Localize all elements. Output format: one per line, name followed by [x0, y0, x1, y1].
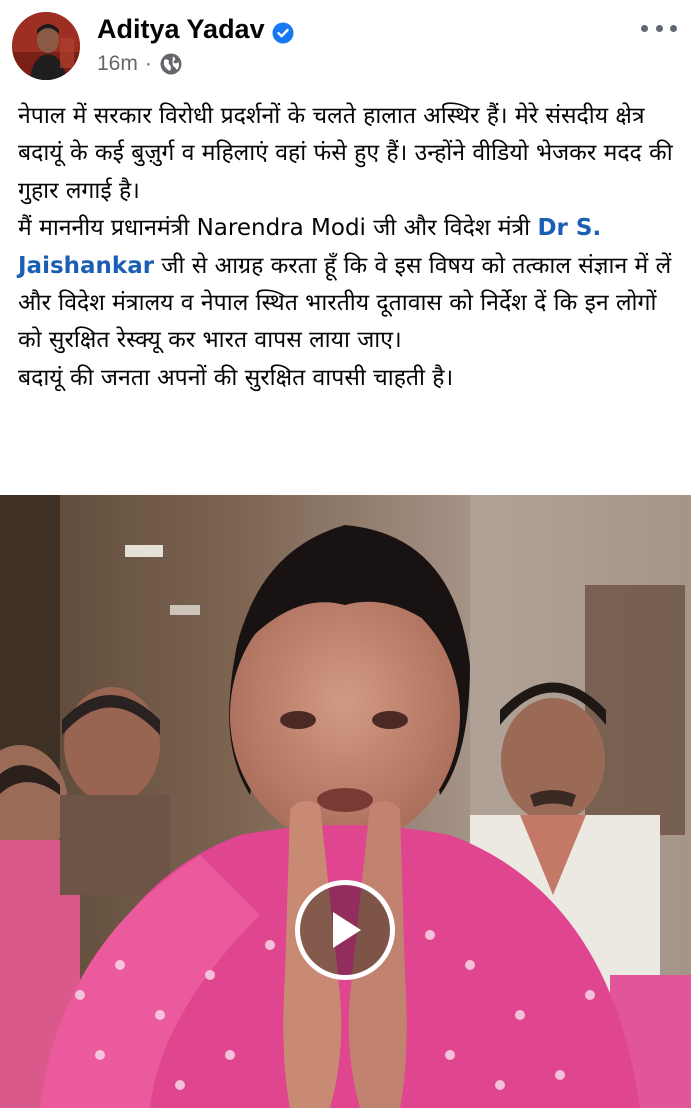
- meta-separator: ·: [144, 52, 152, 75]
- post-text: नेपाल में सरकार विरोधी प्रदर्शनों के चलत…: [18, 98, 678, 397]
- post-paragraph-2-start: मैं माननीय प्रधानमंत्री Narendra Modi जी…: [18, 215, 538, 242]
- author-name[interactable]: Aditya Yadav: [97, 12, 294, 46]
- more-options-icon[interactable]: [641, 16, 677, 40]
- post-timestamp[interactable]: 16m: [97, 52, 138, 76]
- post-paragraph-1: नेपाल में सरकार विरोधी प्रदर्शनों के चलत…: [18, 103, 673, 204]
- author-name-text[interactable]: Aditya Yadav: [97, 12, 265, 46]
- play-icon: [333, 912, 361, 948]
- avatar[interactable]: [12, 12, 80, 80]
- globe-icon[interactable]: [159, 52, 183, 76]
- video-thumbnail[interactable]: [0, 495, 691, 1108]
- post-header: Aditya Yadav 16m ·: [0, 0, 691, 96]
- post-paragraph-2: मैं माननीय प्रधानमंत्री Narendra Modi जी…: [18, 210, 678, 360]
- play-button[interactable]: [295, 880, 395, 980]
- verified-badge-icon: [272, 18, 294, 44]
- post-meta: 16m ·: [97, 50, 183, 78]
- post-paragraph-3: बदायूं की जनता अपनों की सुरक्षित वापसी च…: [18, 364, 454, 391]
